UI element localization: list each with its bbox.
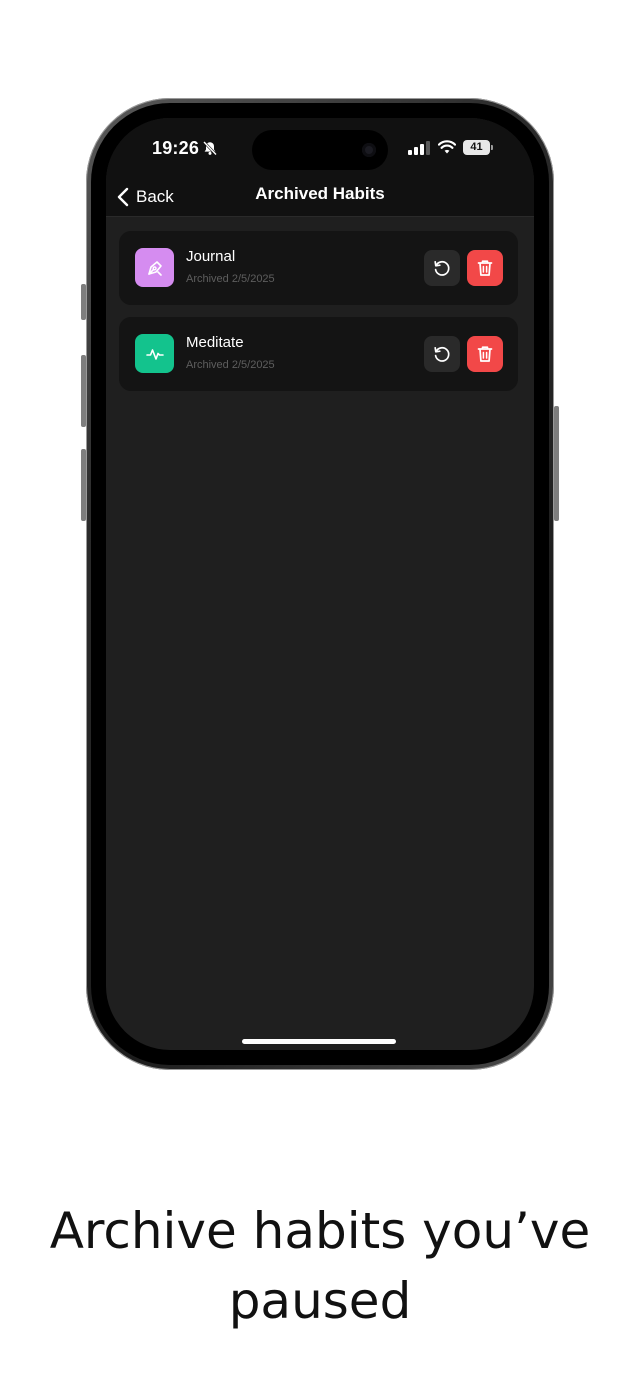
dynamic-island (252, 130, 388, 170)
volume-up-button (81, 355, 86, 427)
list-item: Meditate Archived 2/5/2025 (119, 317, 518, 391)
mute-switch (81, 284, 86, 320)
volume-down-button (81, 449, 86, 521)
pen-nib-icon (147, 260, 162, 276)
archived-date: Archived 2/5/2025 (186, 273, 275, 285)
status-time: 19:26 (152, 138, 200, 158)
restore-icon (434, 260, 450, 276)
caption-line-2: paused (228, 1272, 412, 1330)
home-indicator[interactable] (242, 1039, 396, 1044)
archived-habit-list: Journal Archived 2/5/2025 Meditate Archi… (119, 231, 518, 403)
trash-icon (477, 260, 493, 276)
back-label: Back (136, 187, 174, 206)
list-item: Journal Archived 2/5/2025 (119, 231, 518, 305)
habit-icon-badge (135, 334, 174, 373)
habit-name: Meditate (186, 334, 244, 351)
signal-icon (408, 141, 430, 155)
activity-icon (145, 348, 164, 360)
back-button[interactable]: Back (116, 182, 174, 212)
camera-icon (362, 143, 376, 157)
habit-icon-badge (135, 248, 174, 287)
caption: Archive habits you’ve paused (0, 1196, 640, 1336)
habit-name: Journal (186, 248, 236, 265)
restore-button[interactable] (424, 250, 460, 286)
navigation-bar: Back Archived Habits (106, 178, 534, 217)
bell-slash-icon (203, 141, 217, 156)
archived-date: Archived 2/5/2025 (186, 359, 275, 371)
status-bar: 19:26 41 (106, 118, 534, 178)
chevron-left-icon (117, 187, 129, 207)
delete-button[interactable] (467, 336, 503, 372)
power-button (554, 406, 559, 521)
battery-icon: 41 (463, 140, 490, 155)
battery-tip (491, 145, 493, 150)
restore-button[interactable] (424, 336, 460, 372)
trash-icon (477, 346, 493, 362)
delete-button[interactable] (467, 250, 503, 286)
wifi-icon (438, 140, 456, 154)
app-screen: 19:26 41 Back Archived Habits Journal Ar… (106, 118, 534, 1050)
caption-line-1: Archive habits you’ve (49, 1202, 591, 1260)
restore-icon (434, 346, 450, 362)
